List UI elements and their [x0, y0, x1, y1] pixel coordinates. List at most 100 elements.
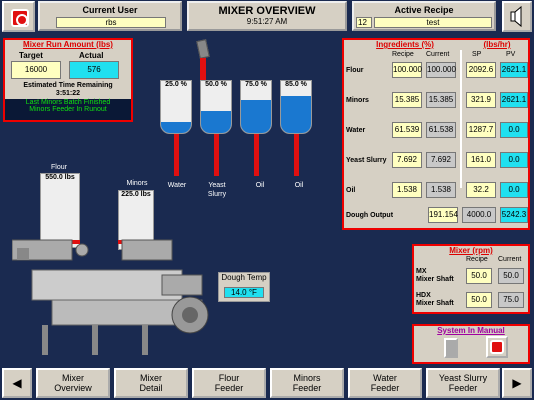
minors-hopper-value: 225.0 lbs — [121, 191, 151, 198]
ing-name: Oil — [346, 187, 356, 194]
ing-pv: 0.0 — [500, 182, 528, 198]
arrow-right-icon: ▶ — [512, 376, 522, 390]
nav-button-1[interactable]: Mixer Detail — [114, 368, 188, 398]
arrow-left-icon: ◀ — [12, 376, 22, 390]
mx-current: 50.0 — [498, 268, 524, 284]
rpm-col-recipe: Recipe — [466, 256, 488, 263]
hdx-recipe[interactable]: 50.0 — [466, 292, 492, 308]
ing-recipe[interactable]: 7.692 — [392, 152, 422, 168]
stop-icon — [490, 340, 504, 354]
tank-pct-1: 50.0 % — [205, 81, 227, 88]
ing-name: Flour — [346, 67, 364, 74]
col-pv: PV — [506, 51, 516, 58]
ing-sp[interactable]: 1287.7 — [466, 122, 496, 138]
dough-output-sp[interactable]: 4000.0 — [462, 207, 496, 223]
ingredients-title: Ingredients (%) — [376, 40, 434, 49]
current-user-box: Current User rbs — [38, 1, 182, 31]
mixer-machine — [11, 230, 222, 360]
ing-recipe[interactable]: 15.385 — [392, 92, 422, 108]
ing-pv: 2621.1 — [500, 92, 528, 108]
dough-output-recipe: 191.154 — [428, 207, 458, 223]
col-sp: SP — [472, 51, 482, 58]
ing-current: 100.000 — [426, 62, 456, 78]
tank-0: 25.0 % — [160, 80, 192, 134]
tank-label-water: Water — [167, 182, 187, 189]
nav-label-2: Detail — [139, 383, 163, 393]
active-recipe-box: Active Recipe 12 test — [352, 1, 496, 31]
nav-button-2[interactable]: Flour Feeder — [192, 368, 266, 398]
ing-sp[interactable]: 321.9 — [466, 92, 496, 108]
est-time-value: 3:51:22 — [55, 90, 81, 97]
ing-recipe[interactable]: 1.538 — [392, 182, 422, 198]
mx-label: MX — [416, 268, 427, 275]
target-label: Target — [19, 51, 43, 60]
tank-pct-3: 85.0 % — [285, 81, 307, 88]
nav-button-0[interactable]: Mixer Overview — [36, 368, 110, 398]
flour-hopper-value: 550.0 lbs — [45, 174, 75, 181]
tank-label-oil-2: Oil — [294, 182, 304, 189]
stop-button[interactable] — [2, 1, 35, 32]
ing-sp[interactable]: 32.2 — [466, 182, 496, 198]
status-message-2: Minors Feeder In Runout — [29, 106, 107, 113]
tank-level-1 — [201, 111, 231, 133]
status-messages: Last Minors Batch Finished Minors Feeder… — [3, 99, 133, 122]
ing-sp[interactable]: 161.0 — [466, 152, 496, 168]
mixer-run-title: Mixer Run Amount (lbs) — [23, 40, 113, 49]
tank-pipe-1 — [214, 134, 219, 176]
manual-title: System In Manual — [437, 326, 505, 335]
nav-label-1: Flour — [218, 373, 240, 383]
nav-next-button[interactable]: ▶ — [502, 368, 532, 398]
nav-label-1: Water — [373, 373, 397, 383]
tank-pct-0: 25.0 % — [165, 81, 187, 88]
tank-label-yeast-2: Slurry — [207, 191, 227, 198]
ing-pv: 0.0 — [500, 122, 528, 138]
manual-panel: System In Manual — [412, 324, 530, 364]
divider — [460, 50, 462, 188]
ing-name: Yeast Slurry — [346, 157, 387, 164]
tank-level-0 — [161, 122, 191, 133]
tank-level-2 — [241, 100, 271, 133]
clock: 9:51:27 AM — [246, 17, 288, 26]
dough-output-label: Dough Output — [346, 212, 394, 219]
mx-shaft-label: Mixer Shaft — [416, 276, 454, 283]
col-recipe: Recipe — [392, 51, 414, 58]
yeast-pump — [196, 39, 210, 80]
rpm-col-current: Current — [498, 256, 522, 263]
page-title: MIXER OVERVIEW — [218, 5, 316, 17]
nav-label-2: Feeder — [214, 383, 244, 393]
dough-temp-value: 14.0 °F — [224, 287, 264, 298]
dough-temp-box: Dough Temp 14.0 °F — [218, 272, 270, 302]
ing-sp[interactable]: 2092.6 — [466, 62, 496, 78]
nav-button-4[interactable]: Water Feeder — [348, 368, 422, 398]
nav-prev-button[interactable]: ◀ — [2, 368, 32, 398]
actual-label: Actual — [79, 51, 104, 60]
actual-value: 576 — [69, 61, 119, 79]
nav-label-1: Mixer — [62, 373, 84, 383]
manual-stop-button[interactable] — [486, 336, 508, 358]
tank-label-oil-1: Oil — [255, 182, 265, 189]
ing-current: 15.385 — [426, 92, 456, 108]
ing-name: Minors — [346, 97, 369, 104]
nav-label-1: Minors — [293, 373, 321, 383]
ing-pv: 0.0 — [500, 152, 528, 168]
mx-recipe[interactable]: 50.0 — [466, 268, 492, 284]
recipe-number: 12 — [356, 17, 372, 28]
minors-hopper-label: Minors — [126, 180, 148, 187]
nav-button-5[interactable]: Yeast Slurry Feeder — [426, 368, 500, 398]
hdx-current: 75.0 — [498, 292, 524, 308]
ingredients-panel: Ingredients (%) (lbs/hr) Recipe Current … — [342, 38, 530, 230]
ing-current: 61.538 — [426, 122, 456, 138]
nav-label-2: Feeder — [292, 383, 322, 393]
nav-button-3[interactable]: Minors Feeder — [270, 368, 344, 398]
tank-pipe-3 — [294, 134, 299, 176]
flour-hopper-label: Flour — [51, 164, 67, 171]
ing-current: 1.538 — [426, 182, 456, 198]
ing-recipe[interactable]: 100.000 — [392, 62, 422, 78]
ing-pv: 2621.1 — [500, 62, 528, 78]
current-user-value: rbs — [56, 17, 166, 28]
nav-label-1: Mixer — [140, 373, 162, 383]
sound-button[interactable] — [502, 1, 532, 32]
manual-toggle[interactable] — [444, 338, 458, 358]
hdx-shaft-label: Mixer Shaft — [416, 300, 454, 307]
ing-recipe[interactable]: 61.539 — [392, 122, 422, 138]
